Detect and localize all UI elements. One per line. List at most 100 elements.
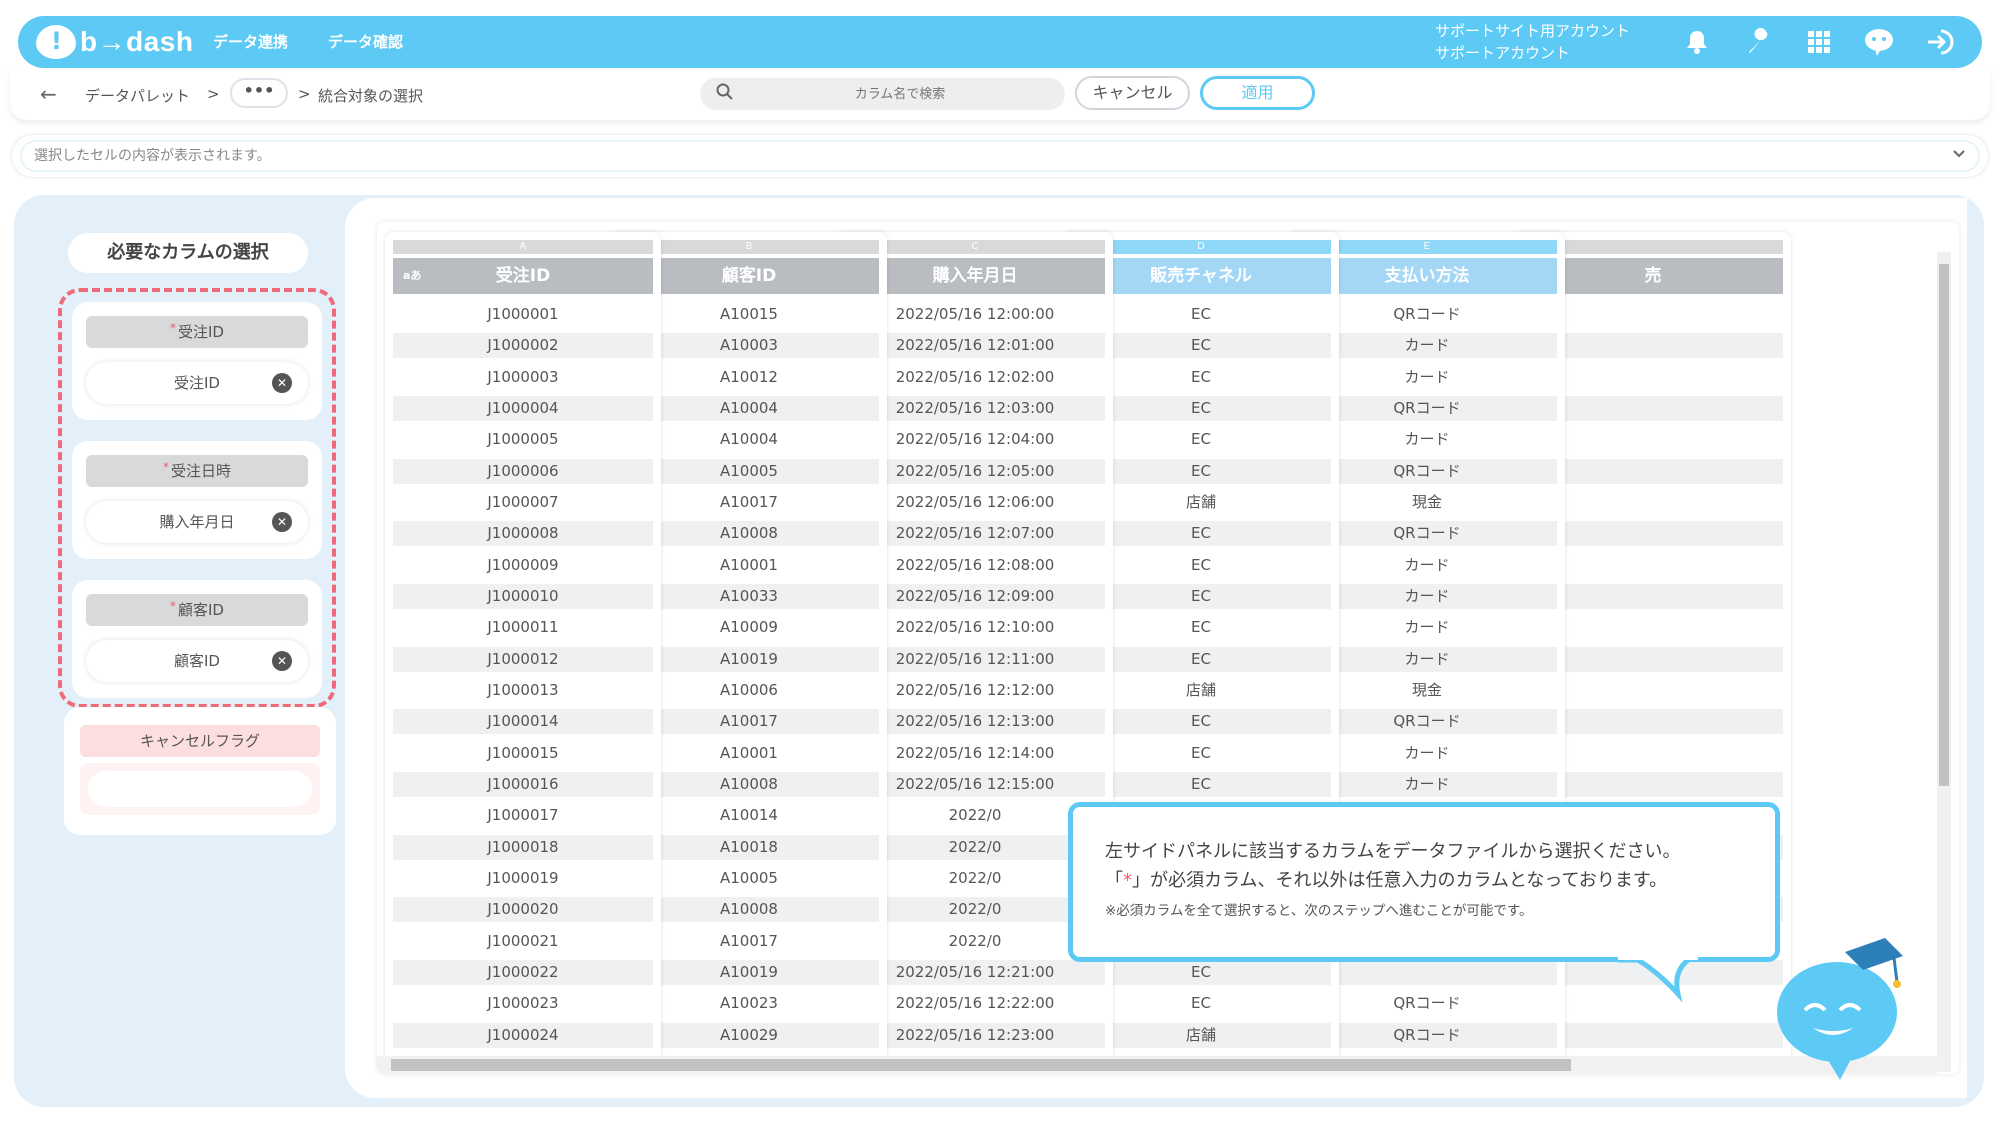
table-cell[interactable]: J1000017 (393, 803, 653, 829)
breadcrumb-data-palette[interactable]: データパレット (85, 85, 190, 106)
callout-bracket-open: 「 (1105, 870, 1123, 891)
table-cell[interactable]: J1000019 (393, 865, 653, 891)
field-label-text: 受注ID (178, 323, 224, 341)
chat-mascot-icon[interactable] (1860, 24, 1898, 60)
data-grid-area: 1₂3売Eaあ支払い方法QRコードカードカードQRコードカードQRコード現金QR… (345, 198, 1967, 1098)
optional-field-card: キャンセルフラグ (64, 707, 336, 835)
cell-content-bar[interactable]: 選択したセルの内容が表示されます。 (12, 135, 1988, 177)
column-header-label: 顧客ID (721, 266, 777, 286)
cell-content-placeholder: 選択したセルの内容が表示されます。 (34, 148, 271, 164)
required-field-card: * 顧客ID 顧客ID ✕ (72, 580, 322, 698)
clear-icon[interactable]: ✕ (272, 512, 292, 532)
field-label: * 受注日時 (86, 455, 308, 487)
nav-data-integration[interactable]: データ連携 (213, 16, 288, 68)
breadcrumb-toolbar: ← データパレット > ••• > 統合対象の選択 キャンセル 適用 (10, 70, 1990, 120)
table-cell[interactable]: J1000002 (393, 333, 653, 359)
field-label: キャンセルフラグ (80, 725, 320, 757)
grid-menu-icon[interactable] (1800, 24, 1838, 60)
required-marker: * (170, 599, 176, 613)
wrench-icon[interactable] (1740, 24, 1778, 60)
cell-content-frame (20, 140, 1980, 172)
callout-required-marker: * (1123, 870, 1132, 891)
breadcrumb-separator: > (298, 85, 311, 103)
table-cell[interactable]: J1000016 (393, 771, 653, 797)
field-value-text: 購入年月日 (159, 513, 235, 531)
data-column[interactable]: Aaあ 受注ID J1000001 J1000002 J1000003 J1000004 J… (385, 232, 661, 1074)
field-value-slot[interactable] (88, 771, 312, 807)
column-header-label: 購入年月日 (932, 266, 1018, 286)
field-value-slot[interactable]: 購入年月日 ✕ (86, 501, 308, 543)
search-icon (716, 83, 734, 106)
logo-text: b→dash (80, 26, 194, 57)
column-search[interactable] (700, 78, 1065, 110)
field-value-text: 顧客ID (174, 652, 220, 670)
table-cell[interactable]: J1000011 (393, 615, 653, 641)
column-header[interactable]: aあ 受注ID (393, 258, 653, 294)
table-cell[interactable]: J1000010 (393, 583, 653, 609)
app-root: b→dash データ連携 データ確認 サポートサイト用アカウント サポートアカウ… (0, 0, 2000, 1125)
field-value-slot[interactable]: 受注ID ✕ (86, 362, 308, 404)
back-arrow-icon[interactable]: ← (40, 82, 57, 106)
search-input[interactable] (760, 82, 1040, 106)
breadcrumb-separator: > (207, 85, 220, 103)
table-cell[interactable]: J1000008 (393, 521, 653, 547)
cancel-button[interactable]: キャンセル (1075, 76, 1190, 110)
table-cell[interactable]: J1000024 (393, 1022, 653, 1048)
table-cell[interactable]: J1000023 (393, 991, 653, 1017)
clear-icon[interactable]: ✕ (272, 651, 292, 671)
table-cell[interactable]: J1000007 (393, 489, 653, 515)
required-marker: * (162, 460, 169, 474)
table-cell[interactable]: J1000020 (393, 897, 653, 923)
column-header-label: 支払い方法 (1384, 266, 1470, 286)
table-cell[interactable]: J1000013 (393, 677, 653, 703)
table-cell[interactable]: J1000001 (393, 302, 653, 327)
column-header-label: 受注ID (495, 266, 551, 286)
chevron-down-icon[interactable] (1952, 144, 1966, 163)
table-cell[interactable]: J1000014 (393, 709, 653, 735)
panel-title: 必要なカラムの選択 (68, 233, 308, 273)
field-value-area (80, 763, 320, 815)
required-field-card: * 受注ID 受注ID ✕ (72, 302, 322, 420)
field-label: * 受注ID (86, 316, 308, 348)
table-cell[interactable]: J1000006 (393, 458, 653, 484)
table-cell[interactable]: J1000018 (393, 834, 653, 860)
mascot-icon (1777, 938, 1903, 1080)
table-cell[interactable]: J1000005 (393, 427, 653, 453)
callout-line2-rest: 」が必須カラム、それ以外は任意入力のカラムとなっております。 (1132, 870, 1668, 891)
table-cell[interactable]: J1000003 (393, 364, 653, 390)
field-value-text: 受注ID (174, 374, 220, 392)
table-cell[interactable]: J1000009 (393, 552, 653, 578)
column-select-panel: 必要なカラムの選択 * 受注ID 受注ID ✕ * 受注日時 購入年月日 ✕ * 顧客ID… (44, 215, 344, 1015)
required-marker: * (170, 321, 176, 335)
top-header: b→dash データ連携 データ確認 サポートサイト用アカウント サポートアカウ… (18, 16, 1982, 68)
help-callout: 左サイドパネルに該当するカラムをデータファイルから選択ください。 「*」が必須カ… (1068, 802, 1780, 962)
scrollbar-thumb[interactable] (391, 1059, 1571, 1071)
nav-data-check[interactable]: データ確認 (328, 16, 403, 68)
table-cell[interactable]: J1000012 (393, 646, 653, 672)
account-name: サポートサイト用アカウント (1435, 22, 1631, 40)
table-cell[interactable]: J1000015 (393, 740, 653, 766)
scrollbar-thumb[interactable] (1939, 264, 1949, 786)
callout-tail (1618, 952, 1698, 1002)
account-info[interactable]: サポートサイト用アカウント サポートアカウント (1435, 20, 1630, 64)
callout-line1: 左サイドパネルに該当するカラムをデータファイルから選択ください。 (1105, 841, 1681, 862)
table-cell[interactable]: J1000022 (393, 959, 653, 985)
field-value-slot[interactable]: 顧客ID ✕ (86, 640, 308, 682)
account-sub: サポートアカウント (1435, 44, 1571, 62)
breadcrumb-ellipsis-button[interactable]: ••• (230, 78, 288, 108)
field-label-text: 受注日時 (170, 462, 231, 480)
bell-icon[interactable] (1678, 24, 1716, 60)
clear-icon[interactable]: ✕ (272, 373, 292, 393)
column-letter: A (393, 240, 653, 254)
breadcrumb-current: 統合対象の選択 (318, 87, 424, 105)
table-cell[interactable]: J1000021 (393, 928, 653, 954)
required-fields-group: * 受注ID 受注ID ✕ * 受注日時 購入年月日 ✕ * 顧客ID 顧客ID ✕ (58, 288, 336, 708)
apply-button[interactable]: 適用 (1200, 76, 1315, 110)
logout-icon[interactable] (1921, 24, 1959, 60)
vertical-scrollbar[interactable] (1937, 252, 1951, 1072)
field-label: * 顧客ID (86, 594, 308, 626)
field-label-text: 顧客ID (178, 601, 224, 619)
bdash-logo[interactable]: b→dash (36, 24, 193, 60)
table-cell[interactable]: J1000004 (393, 395, 653, 421)
horizontal-scrollbar[interactable] (377, 1056, 1937, 1074)
